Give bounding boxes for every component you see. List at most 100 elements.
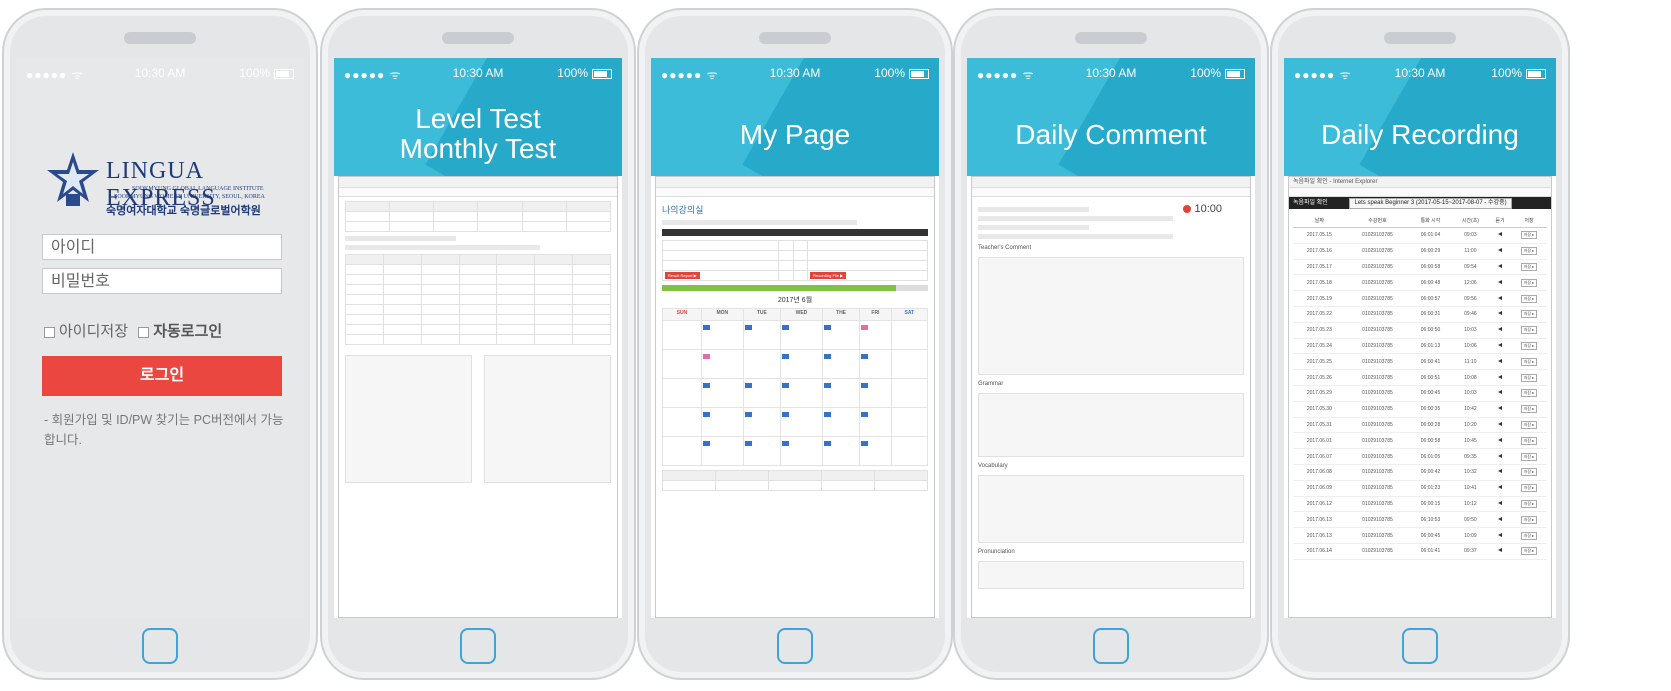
- battery-text: 100%: [1491, 66, 1522, 80]
- lesson-chip[interactable]: [861, 383, 869, 388]
- test-list-table: [344, 201, 612, 232]
- speaker-icon[interactable]: [1497, 342, 1502, 347]
- lesson-chip[interactable]: [781, 354, 790, 359]
- page-heading: 나의강의실: [662, 205, 704, 215]
- speaker-icon[interactable]: [1497, 279, 1502, 284]
- course-select[interactable]: Lets speak Beginner 3 (2017-05-15~2017-0…: [1349, 198, 1512, 209]
- speaker-icon[interactable]: [1497, 390, 1502, 395]
- lesson-chip[interactable]: [702, 325, 711, 330]
- lesson-chip[interactable]: [781, 383, 790, 388]
- save-button[interactable]: 저장 ▸: [1520, 326, 1538, 335]
- course-selector-bar[interactable]: [662, 229, 928, 236]
- speaker-icon[interactable]: [1497, 437, 1502, 442]
- lesson-chip[interactable]: [823, 383, 832, 388]
- speaker-icon[interactable]: [1497, 327, 1502, 332]
- home-button[interactable]: [142, 628, 178, 664]
- lesson-chip[interactable]: [702, 412, 711, 417]
- speaker-icon[interactable]: [1497, 469, 1502, 474]
- save-button[interactable]: 저장 ▸: [1520, 357, 1538, 366]
- speaker-icon[interactable]: [1497, 453, 1502, 458]
- lesson-chip[interactable]: [781, 412, 790, 417]
- save-button[interactable]: 저장 ▸: [1520, 231, 1538, 240]
- lesson-chip[interactable]: [781, 325, 790, 330]
- home-button[interactable]: [1093, 628, 1129, 664]
- table-row: 2017.06.14 01029103785 06:01:41 09:37 저장 ▸: [1293, 543, 1547, 560]
- recording-file-button[interactable]: Recording File ▶: [810, 272, 847, 279]
- speaker-icon[interactable]: [1497, 406, 1502, 411]
- id-input[interactable]: 아이디: [42, 234, 282, 260]
- home-button[interactable]: [1402, 628, 1438, 664]
- lesson-chip[interactable]: [744, 412, 753, 417]
- save-button[interactable]: 저장 ▸: [1520, 310, 1538, 319]
- home-button[interactable]: [777, 628, 813, 664]
- lesson-chip[interactable]: [861, 354, 869, 359]
- status-bar: ●●●●● ᯤ 10:30 AM 100%: [16, 58, 304, 86]
- speaker-icon[interactable]: [1497, 232, 1502, 237]
- lesson-chip[interactable]: [702, 383, 711, 388]
- save-button[interactable]: 저장 ▸: [1520, 405, 1538, 414]
- lesson-chip[interactable]: [744, 383, 753, 388]
- table-row: 2017.05.30 01029103785 06:00:35 10:42 저장 ▸: [1293, 401, 1547, 418]
- phone-daily-recording: ●●●●● ᯤ 10:30 AM 100% Daily Recording 녹음…: [1270, 8, 1570, 680]
- save-button[interactable]: 저장 ▸: [1520, 294, 1538, 303]
- play-cell: [1489, 496, 1511, 513]
- speaker-icon[interactable]: [1497, 248, 1502, 253]
- speaker-icon[interactable]: [1497, 263, 1502, 268]
- speaker-icon[interactable]: [1497, 516, 1502, 521]
- speaker-icon[interactable]: [1497, 358, 1502, 363]
- recording-table-body: 2017.05.15 01029103785 06:01:04 09:03 저장 ▸ 20…: [1293, 227, 1547, 560]
- play-cell: [1489, 480, 1511, 497]
- save-id-checkbox[interactable]: [44, 326, 55, 338]
- lesson-chip[interactable]: [702, 441, 711, 446]
- lesson-chip[interactable]: [861, 412, 869, 417]
- save-button[interactable]: 저장 ▸: [1520, 484, 1538, 493]
- date-cell: 2017.05.26: [1293, 369, 1346, 386]
- weekday-sat: SAT: [890, 308, 929, 321]
- lesson-chip[interactable]: [861, 441, 869, 446]
- save-button[interactable]: 저장 ▸: [1520, 420, 1538, 429]
- result-report-button[interactable]: Result Report ▶: [665, 272, 700, 279]
- speaker-icon[interactable]: [1497, 295, 1502, 300]
- save-button[interactable]: 저장 ▸: [1520, 499, 1538, 508]
- speaker-icon[interactable]: [1497, 532, 1502, 537]
- save-button[interactable]: 저장 ▸: [1520, 389, 1538, 398]
- lesson-chip[interactable]: [823, 325, 832, 330]
- save-button[interactable]: 저장 ▸: [1520, 547, 1538, 556]
- speaker-icon[interactable]: [1497, 485, 1502, 490]
- call-time-cell: 06:01:05: [1409, 448, 1452, 465]
- auto-login-checkbox[interactable]: [138, 326, 150, 338]
- lesson-chip[interactable]: [781, 441, 790, 446]
- lesson-chip[interactable]: [702, 354, 711, 359]
- lesson-chip[interactable]: [823, 441, 832, 446]
- login-button[interactable]: 로그인: [42, 356, 282, 396]
- battery-indicator: 100%: [557, 66, 612, 80]
- save-button[interactable]: 저장 ▸: [1520, 373, 1538, 382]
- home-button[interactable]: [460, 628, 496, 664]
- password-input[interactable]: 비밀번호: [42, 268, 282, 294]
- speaker-icon[interactable]: [1497, 421, 1502, 426]
- save-button[interactable]: 저장 ▸: [1520, 247, 1538, 256]
- recording-table-header: 날짜 수강번호 통화 시각 시간(초) 듣기 저장: [1293, 213, 1547, 228]
- save-button[interactable]: 저장 ▸: [1520, 531, 1538, 540]
- lesson-chip[interactable]: [823, 412, 832, 417]
- lesson-chip[interactable]: [744, 325, 753, 330]
- speaker-icon[interactable]: [1497, 311, 1502, 316]
- save-button[interactable]: 저장 ▸: [1520, 468, 1538, 477]
- save-button[interactable]: 저장 ▸: [1520, 262, 1538, 271]
- speaker-icon[interactable]: [1497, 500, 1502, 505]
- speaker-icon[interactable]: [1497, 548, 1502, 553]
- weekday-the: THE: [821, 308, 861, 321]
- save-button[interactable]: 저장 ▸: [1520, 436, 1538, 445]
- lesson-chip[interactable]: [823, 354, 832, 359]
- save-button[interactable]: 저장 ▸: [1520, 341, 1538, 350]
- speaker-icon[interactable]: [1497, 374, 1502, 379]
- save-button[interactable]: 저장 ▸: [1520, 452, 1538, 461]
- lesson-chip[interactable]: [861, 325, 869, 330]
- duration-cell: 10:20: [1451, 417, 1490, 434]
- student-number-cell: 01029103785: [1345, 464, 1410, 481]
- lesson-chip[interactable]: [744, 441, 753, 446]
- call-time-cell: 06:01:13: [1409, 338, 1452, 355]
- save-button[interactable]: 저장 ▸: [1520, 515, 1538, 524]
- call-time-cell: 06:00:28: [1409, 417, 1452, 434]
- save-button[interactable]: 저장 ▸: [1520, 278, 1538, 287]
